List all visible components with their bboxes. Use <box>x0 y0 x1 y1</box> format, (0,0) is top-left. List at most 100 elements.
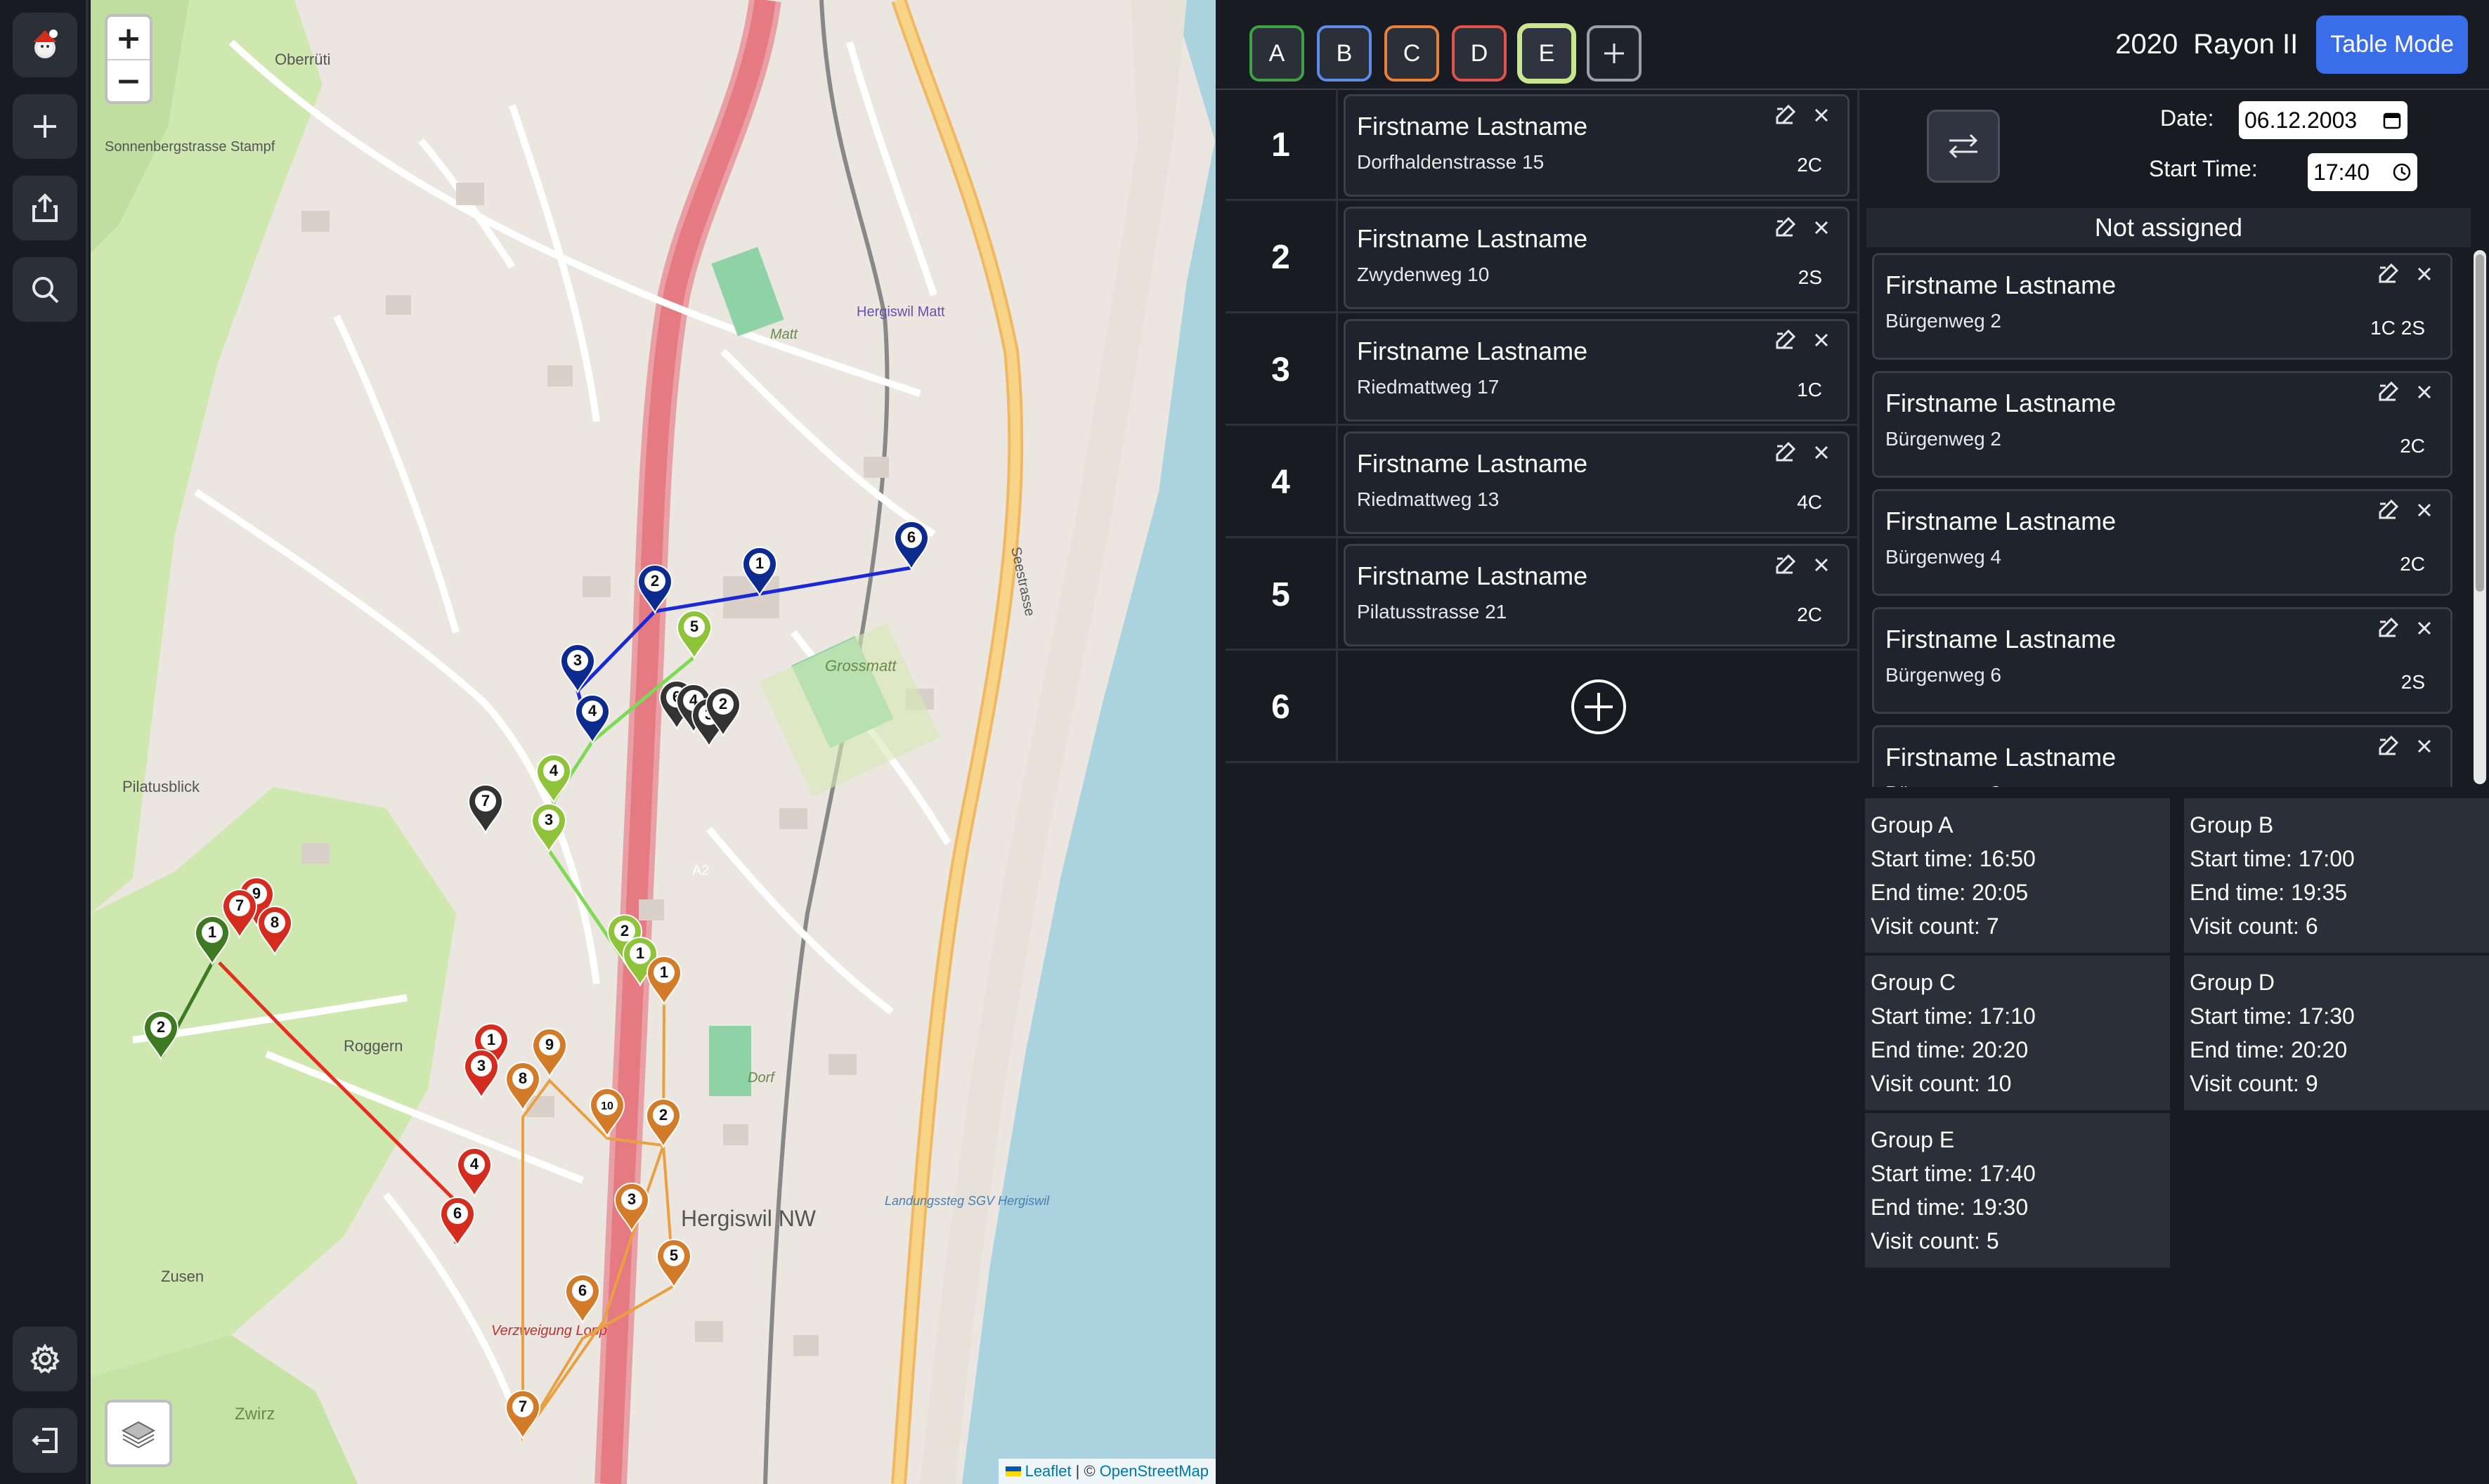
not-assigned-scrollbar[interactable] <box>2474 250 2486 784</box>
swap-icon <box>1949 134 1978 159</box>
add-visit-button[interactable] <box>1338 651 1859 763</box>
edit-icon[interactable] <box>2376 262 2400 286</box>
scrollbar-thumb[interactable] <box>2476 254 2484 592</box>
visit-name: Firstname Lastname <box>1885 389 2117 417</box>
map-marker-orange[interactable]: 5 <box>654 1237 694 1289</box>
map-view[interactable]: Hergiswil NW Hergiswil Matt Grossmatt Ro… <box>91 0 1216 1484</box>
profile-button[interactable] <box>13 13 77 77</box>
svg-text:4: 4 <box>470 1155 479 1173</box>
close-icon[interactable] <box>2412 734 2436 758</box>
layers-button[interactable] <box>105 1400 172 1467</box>
svg-text:7: 7 <box>519 1398 527 1415</box>
search-icon <box>32 277 59 304</box>
map-marker-blue[interactable]: 3 <box>558 642 597 694</box>
settings-button[interactable] <box>13 1327 77 1391</box>
close-icon[interactable] <box>1809 103 1833 127</box>
map-marker-red[interactable]: 8 <box>255 904 294 956</box>
group-tab-e[interactable]: E <box>1519 25 1574 82</box>
edit-icon[interactable] <box>1773 216 1797 240</box>
svg-text:6: 6 <box>453 1204 462 1222</box>
date-input[interactable]: 06.12.2003 <box>2239 101 2407 139</box>
add-button[interactable] <box>13 94 77 159</box>
edit-icon[interactable] <box>1773 553 1797 577</box>
zoom-in-button[interactable]: + <box>108 17 150 59</box>
group-tab-b[interactable]: B <box>1317 25 1372 82</box>
svg-text:8: 8 <box>271 913 279 931</box>
close-icon[interactable] <box>2412 262 2436 286</box>
group-tab-c[interactable]: C <box>1384 25 1439 82</box>
unassigned-card[interactable]: Firstname Lastname Bürgenweg 4 2C <box>1872 489 2452 596</box>
map-marker-black[interactable]: 2 <box>703 685 743 737</box>
visit-card[interactable]: Firstname Lastname Pilatusstrasse 21 2C <box>1344 544 1850 646</box>
gear-icon <box>30 1343 60 1374</box>
osm-link[interactable]: OpenStreetMap <box>1100 1462 1209 1480</box>
map-marker-red[interactable]: 7 <box>220 887 259 939</box>
swap-button[interactable] <box>1927 110 2000 183</box>
edit-icon[interactable] <box>2376 616 2400 640</box>
unassigned-card[interactable]: Firstname Lastname Bürgenweg 2 1C 2S <box>1872 253 2452 360</box>
map-label-verzweigung: Verzweigung Lopp <box>491 1323 607 1339</box>
close-icon[interactable] <box>1809 216 1833 240</box>
close-icon[interactable] <box>1809 328 1833 352</box>
map-marker-orange[interactable]: 7 <box>503 1388 542 1440</box>
edit-icon[interactable] <box>1773 103 1797 127</box>
close-icon[interactable] <box>2412 616 2436 640</box>
map-label-roggern: Roggern <box>344 1037 403 1055</box>
leaflet-link[interactable]: Leaflet <box>1025 1462 1072 1480</box>
map-marker-blue[interactable]: 4 <box>573 692 612 744</box>
map-marker-lightgreen[interactable]: 5 <box>675 608 714 660</box>
visit-card[interactable]: Firstname Lastname Dorfhaldenstrasse 15 2C <box>1344 94 1850 197</box>
edit-icon[interactable] <box>1773 441 1797 464</box>
close-icon[interactable] <box>1809 553 1833 577</box>
visit-card[interactable]: Firstname Lastname Riedmattweg 17 1C <box>1344 319 1850 422</box>
group-summary-end: End time: 19:35 <box>2190 880 2348 905</box>
visit-count: 2C <box>2400 435 2425 457</box>
map-marker-red[interactable]: 6 <box>438 1195 477 1247</box>
logout-button[interactable] <box>13 1408 77 1473</box>
svg-text:1: 1 <box>208 923 216 941</box>
zoom-control: + − <box>105 14 152 104</box>
start-time-input[interactable]: 17:40 <box>2308 153 2417 191</box>
map-marker-blue[interactable]: 6 <box>892 519 931 571</box>
map-marker-red[interactable]: 4 <box>455 1145 494 1197</box>
map-marker-orange[interactable]: 1 <box>644 953 684 1005</box>
map-marker-orange[interactable]: 3 <box>612 1180 651 1232</box>
group-summary-visits: Visit count: 5 <box>1871 1228 1999 1254</box>
map-marker-blue[interactable]: 2 <box>635 562 675 614</box>
map-marker-blue[interactable]: 1 <box>740 545 779 597</box>
visit-card[interactable]: Firstname Lastname Zwydenweg 10 2S <box>1344 207 1850 309</box>
add-group-button[interactable] <box>1587 25 1642 82</box>
map-marker-lightgreen[interactable]: 3 <box>529 801 568 853</box>
map-marker-orange[interactable]: 8 <box>503 1060 542 1112</box>
close-icon[interactable] <box>2412 498 2436 522</box>
not-assigned-list[interactable]: Firstname Lastname Bürgenweg 2 1C 2S Firstn… <box>1866 247 2483 787</box>
close-icon[interactable] <box>2412 380 2436 404</box>
group-tab-d[interactable]: D <box>1452 25 1507 82</box>
visit-card[interactable]: Firstname Lastname Riedmattweg 13 4C <box>1344 431 1850 534</box>
route-row: 5 Firstname Lastname Pilatusstrasse 21 2C <box>1226 538 1859 651</box>
map-marker-orange[interactable]: 2 <box>644 1096 683 1148</box>
map-marker-orange[interactable]: 10 <box>587 1086 627 1138</box>
table-mode-button[interactable]: Table Mode <box>2316 15 2468 74</box>
map-marker-black[interactable]: 7 <box>466 782 505 834</box>
map-label-matt: Matt <box>770 327 798 342</box>
not-assigned-title: Not assigned <box>1866 208 2471 247</box>
unassigned-card[interactable]: Firstname Lastname Bürgenweg 2 2C <box>1872 371 2452 478</box>
edit-icon[interactable] <box>1773 328 1797 352</box>
edit-icon[interactable] <box>2376 734 2400 758</box>
search-button[interactable] <box>13 257 77 322</box>
group-tab-a[interactable]: A <box>1249 25 1304 82</box>
edit-icon[interactable] <box>2376 380 2400 404</box>
map-label-dorf: Dorf <box>748 1070 776 1086</box>
zoom-out-button[interactable]: − <box>108 59 150 101</box>
map-canvas[interactable]: Hergiswil NW Hergiswil Matt Grossmatt Ro… <box>91 0 1216 1484</box>
map-marker-lightgreen[interactable]: 4 <box>534 752 573 804</box>
edit-icon[interactable] <box>2376 498 2400 522</box>
unassigned-card[interactable]: Firstname Lastname Bürgenweg 6 2S <box>1872 607 2452 714</box>
map-marker-red[interactable]: 3 <box>462 1047 501 1099</box>
close-icon[interactable] <box>1809 441 1833 464</box>
share-button[interactable] <box>13 176 77 240</box>
map-marker-darkgreen[interactable]: 2 <box>141 1008 181 1060</box>
unassigned-card[interactable]: Firstname Lastname Bürgenweg 8 <box>1872 725 2452 787</box>
map-marker-orange[interactable]: 6 <box>563 1272 602 1324</box>
